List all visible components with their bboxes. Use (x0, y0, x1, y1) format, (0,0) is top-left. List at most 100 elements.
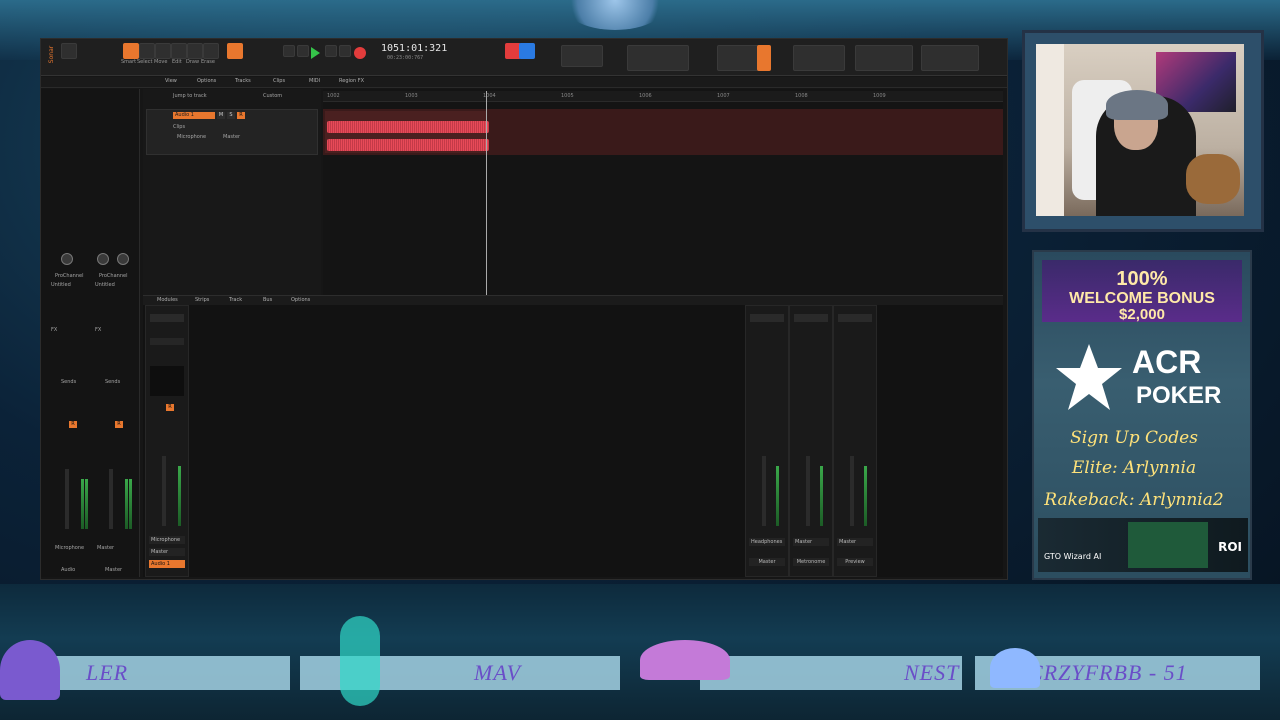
tool-label-erase: Erase (201, 59, 215, 65)
bus-fader[interactable] (850, 456, 854, 526)
sponsor-panel: 100% WELCOME BONUS $2,000 ACR POKER Sign… (1032, 250, 1252, 580)
project-icon[interactable] (61, 43, 77, 59)
tool-label-edit: Edit (172, 59, 182, 65)
bus-fader[interactable] (762, 456, 766, 526)
rakeback-code-text: Rakeback: Arlynnia2 (1044, 490, 1224, 510)
play-button[interactable] (311, 47, 320, 59)
preset-label-2[interactable]: Untitled (95, 282, 115, 288)
menu-region-fx[interactable]: Region FX (339, 78, 364, 84)
menu-options[interactable]: Options (197, 78, 216, 84)
inspector-record-arm[interactable]: R (69, 421, 77, 428)
forward-button[interactable] (339, 45, 351, 57)
bus-output-select[interactable]: Master (793, 538, 829, 546)
jump-to-track-field[interactable]: Jump to track (173, 93, 207, 99)
console-strip-audio: R Microphone Master Audio 1 (145, 305, 189, 577)
pause-button[interactable] (325, 45, 337, 57)
track-output-select[interactable]: Master (223, 134, 240, 140)
menu-view[interactable]: View (165, 78, 177, 84)
track-name-field[interactable]: Audio 1 (173, 112, 215, 119)
glow-mushroom-decoration (340, 616, 380, 706)
edit-tool-button[interactable] (171, 43, 187, 59)
output-select[interactable]: Master (97, 545, 114, 551)
menu-tracks[interactable]: Tracks (235, 78, 251, 84)
menu-strips[interactable]: Strips (195, 297, 209, 303)
console-input-select[interactable]: Microphone (149, 536, 185, 544)
menu-track[interactable]: Track (229, 297, 242, 303)
erase-tool-button[interactable] (203, 43, 219, 59)
record-arm-button[interactable]: R (237, 112, 245, 119)
ruler-tick: 1005 (561, 93, 574, 99)
fx-bin[interactable] (150, 338, 184, 345)
snap-button[interactable] (227, 43, 243, 59)
level-meter-4 (129, 479, 132, 529)
console-output-select[interactable]: Master (149, 548, 185, 556)
bus-output-select[interactable]: Headphones (749, 538, 785, 546)
trim-knob[interactable] (117, 253, 129, 265)
select-tool-button[interactable] (139, 43, 155, 59)
screenset-module[interactable] (855, 45, 913, 71)
gain-knob[interactable] (61, 253, 73, 265)
menu-clips[interactable]: Clips (273, 78, 285, 84)
console-fader[interactable] (162, 456, 166, 526)
loop-button[interactable] (519, 43, 535, 59)
loop-module[interactable] (561, 45, 603, 67)
solo-button[interactable]: S (227, 112, 235, 119)
mute-button[interactable]: M (217, 112, 225, 119)
inspector-record-arm-2[interactable]: R (115, 421, 123, 428)
auto-punch-button[interactable] (757, 45, 771, 71)
record-button[interactable] (354, 47, 366, 59)
menu-modules[interactable]: Modules (157, 297, 178, 303)
bus-output-select[interactable]: Master (837, 538, 873, 546)
bus-fader[interactable] (806, 456, 810, 526)
volume-fader-2[interactable] (109, 469, 113, 529)
track-row[interactable]: Audio 1 M S R Clips Microphone Master (146, 109, 318, 155)
bonus-amount: $2,000 (1119, 306, 1165, 323)
recent-follower-name: LER (86, 660, 129, 685)
menu-midi[interactable]: MIDI (309, 78, 320, 84)
performance-module (627, 45, 689, 71)
draw-tool-button[interactable] (187, 43, 203, 59)
menu-bus[interactable]: Bus (263, 297, 272, 303)
bus-meter (864, 466, 867, 526)
rewind-button[interactable] (283, 45, 295, 57)
time-ruler[interactable]: 1002 1003 1004 1005 1006 1007 1008 1009 (323, 91, 1003, 102)
smart-tool-button[interactable] (123, 43, 139, 59)
bus-eq-module[interactable] (838, 314, 872, 322)
ruler-tick: 1009 (873, 93, 886, 99)
menu-console-options[interactable]: Options (291, 297, 310, 303)
audio-clip[interactable] (325, 111, 489, 153)
now-time-cursor[interactable] (486, 91, 487, 317)
move-tool-button[interactable] (155, 43, 171, 59)
sends-bin[interactable] (150, 366, 184, 396)
gto-wizard-banner: GTO Wizard AI ROI (1038, 518, 1248, 572)
console-strip-name[interactable]: Audio 1 (149, 560, 185, 568)
stop-button[interactable] (297, 45, 309, 57)
bus-strip-b: Master Metronome (789, 305, 833, 577)
ruler-tick: 1008 (795, 93, 808, 99)
console-record-arm[interactable]: R (166, 404, 174, 411)
select-module[interactable] (717, 45, 759, 71)
ruler-tick: 1004 (483, 93, 496, 99)
bus-strip-a: Headphones Master (745, 305, 789, 577)
eq-module[interactable] (150, 314, 184, 322)
bus-eq-module[interactable] (794, 314, 828, 322)
hacker-image (1128, 522, 1208, 568)
bus-name: Metronome (793, 558, 829, 566)
track-layout-select[interactable]: Custom (263, 93, 282, 99)
brand-acr: ACR (1132, 344, 1202, 380)
mushroom-decoration (990, 648, 1040, 688)
bus-eq-module[interactable] (750, 314, 784, 322)
recent-cheer-name: CRZYFRBB - 51 (1028, 660, 1188, 685)
preset-label[interactable]: Untitled (51, 282, 71, 288)
clips-pane[interactable]: 1002 1003 1004 1005 1006 1007 1008 1009 (323, 89, 1003, 319)
volume-fader[interactable] (65, 469, 69, 529)
bus-meter (820, 466, 823, 526)
track-input-select[interactable]: Microphone (177, 134, 206, 140)
fx-label: FX (51, 327, 58, 333)
gain-knob-2[interactable] (97, 253, 109, 265)
punch-module[interactable] (793, 45, 845, 71)
tool-label-smart: Smart (121, 59, 137, 65)
control-surface-module[interactable] (921, 45, 979, 71)
bottom-decoration (0, 584, 1280, 720)
input-select[interactable]: Microphone (55, 545, 84, 551)
